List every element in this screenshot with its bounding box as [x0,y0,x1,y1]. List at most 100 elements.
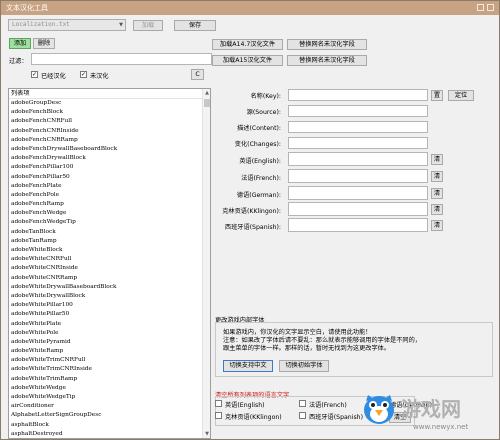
locate-button[interactable]: 定位 [448,90,474,101]
source-label: 源(Source): [246,109,281,116]
list-item[interactable]: adobeFenchPillar100 [9,163,210,172]
list-item[interactable]: adobeWhiteTrimCNRInside [9,365,210,374]
load-a14-button[interactable]: 加载A14.7汉化文件 [212,39,283,50]
spanish-field[interactable] [288,218,428,232]
list-item[interactable]: adobeGroupDesc [9,99,210,108]
scroll-thumb[interactable] [204,99,210,107]
list-item[interactable]: adobeFenchPlate [9,182,210,191]
list-item[interactable]: asphaltDestroyed [9,430,210,438]
list-item[interactable]: airConditioner [9,402,210,411]
scroll-down-icon[interactable]: ▼ [203,430,210,438]
french-field[interactable] [288,169,428,183]
list-item[interactable]: adobeFenchDrywallBaseboardBlock [9,145,210,154]
untranslated-checkbox[interactable]: ✓ [80,71,87,78]
add-button[interactable]: 添加 [9,38,31,49]
changes-field[interactable] [288,137,428,149]
klingon-field[interactable] [288,202,428,216]
clear-french-label: 法语(French) [309,402,347,409]
clear-spanish-label: 西班牙语(Spanish) [309,414,364,421]
switch-chinese-font-button[interactable]: 切换支持中文 [223,360,273,372]
title-bar: 文本汉化工具 [1,1,499,15]
list-item[interactable]: adobeWhiteBlock [9,246,210,255]
english-field[interactable] [288,152,428,166]
close-icon[interactable] [487,4,494,11]
save-button[interactable]: 保存 [174,20,216,31]
file-select[interactable]: Localization.txt ▼ [8,19,126,31]
key-label: 名称(Key): [250,93,281,100]
minimize-icon[interactable] [477,4,484,11]
load-button[interactable]: 加载 [133,20,163,31]
replace-untranslated-button-2[interactable]: 替换网名未汉化字段 [287,55,367,66]
list-item[interactable]: adobeFenchPole [9,191,210,200]
list-item[interactable]: AlphabetLetterSignGroupDesc [9,411,210,420]
list-scrollbar[interactable]: ▲ ▼ [202,89,210,438]
clear-french-button[interactable]: 清 [431,171,443,182]
replace-untranslated-button-1[interactable]: 替换网名未汉化字段 [287,39,367,50]
klingon-label: 克林贡语(KKlingon): [222,208,281,215]
font-note-line3: 跟主菜单的字体一样。那样的话，暂时无找到为这更改字体。 [223,345,391,352]
list-item[interactable]: adobeWhiteTrimCNRFull [9,356,210,365]
window-title: 文本汉化工具 [6,4,48,12]
app-window: 文本汉化工具 Localization.txt ▼ 加载 保存 添加 删除 过滤… [0,0,500,440]
list-item[interactable]: adobeWhiteDrywallBaseboardBlock [9,283,210,292]
translated-checkbox[interactable]: ✓ [31,71,38,78]
list-item[interactable]: adobeTanRamp [9,237,210,246]
list-item[interactable]: adobeFenchBlock [9,108,210,117]
list-item[interactable]: adobeWhitePole [9,329,210,338]
list-item[interactable]: adobeFenchCNRInside [9,127,210,136]
switch-original-font-button[interactable]: 切换初始字体 [279,360,329,372]
clear-english-button[interactable]: 清 [431,154,443,165]
list-item[interactable]: adobeFenchCNRRamp [9,136,210,145]
key-set-button[interactable]: 置 [431,90,443,101]
watermark-logo-text: 游戏网 [401,397,461,421]
list-items: adobeGroupDesc adobeFenchBlock adobeFenchC… [9,99,210,438]
list-item[interactable]: adobeWhiteWedge [9,384,210,393]
key-field[interactable] [288,89,428,101]
list-item[interactable]: asphaltBlock [9,421,210,430]
list-item[interactable]: adobeFenchWedgeTip [9,218,210,227]
file-select-value: Localization.txt [12,21,70,28]
list-item[interactable]: adobeWhiteRamp [9,347,210,356]
chevron-down-icon: ▼ [119,22,123,28]
c-button[interactable]: C [191,69,204,80]
clear-klingon-label: 克林贡语(KKlingon) [225,414,282,421]
clear-french-checkbox[interactable] [299,400,306,407]
list-header: 列表项 [9,89,210,99]
list-item[interactable]: adobeWhiteWedgeTip [9,393,210,402]
untranslated-label: 未汉化 [90,73,109,80]
list-item[interactable]: adobeFenchDrywallBlock [9,154,210,163]
list-item[interactable]: adobeWhitePillar50 [9,310,210,319]
clear-klingon-button[interactable]: 清 [431,204,443,215]
list-item[interactable]: adobeWhiteTrimRamp [9,375,210,384]
list-item[interactable]: adobeFenchCNRFull [9,117,210,126]
list-item[interactable]: adobeWhitePyramid [9,338,210,347]
clear-spanish-button[interactable]: 清 [431,220,443,231]
scroll-up-icon[interactable]: ▲ [203,89,210,97]
list-item[interactable]: adobeWhitePillar100 [9,301,210,310]
list-item[interactable]: adobeWhiteCNRInside [9,264,210,273]
clear-spanish-checkbox[interactable] [299,412,306,419]
bird-mascot-icon [364,395,394,424]
watermark-url: www.newyx.net [413,423,469,431]
source-field[interactable] [288,105,428,117]
list-item[interactable]: adobeFenchPillar50 [9,173,210,182]
delete-button[interactable]: 删除 [33,38,55,49]
load-a15-button[interactable]: 加载A15汉化文件 [212,55,283,66]
clear-english-label: 英语(English) [225,402,265,409]
context-label: 描述(Content): [237,125,281,132]
list-item[interactable]: adobeWhiteCNRRamp [9,274,210,283]
list-item[interactable]: adobeTanBlock [9,228,210,237]
clear-klingon-checkbox[interactable] [215,412,222,419]
list-item[interactable]: adobeWhitePlate [9,320,210,329]
filter-input[interactable] [31,53,212,65]
list-item[interactable]: adobeWhiteDrywallBlock [9,292,210,301]
list-item[interactable]: adobeFenchWedge [9,209,210,218]
clear-english-checkbox[interactable] [215,400,222,407]
list-item[interactable]: adobeFenchRamp [9,200,210,209]
german-field[interactable] [288,186,428,200]
key-list[interactable]: 列表项 adobeGroupDesc adobeFenchBlock adobeFe… [8,88,211,439]
context-field[interactable] [288,121,428,133]
spanish-label: 西班牙语(Spanish): [224,224,281,231]
clear-german-button[interactable]: 清 [431,188,443,199]
list-item[interactable]: adobeWhiteCNRFull [9,255,210,264]
